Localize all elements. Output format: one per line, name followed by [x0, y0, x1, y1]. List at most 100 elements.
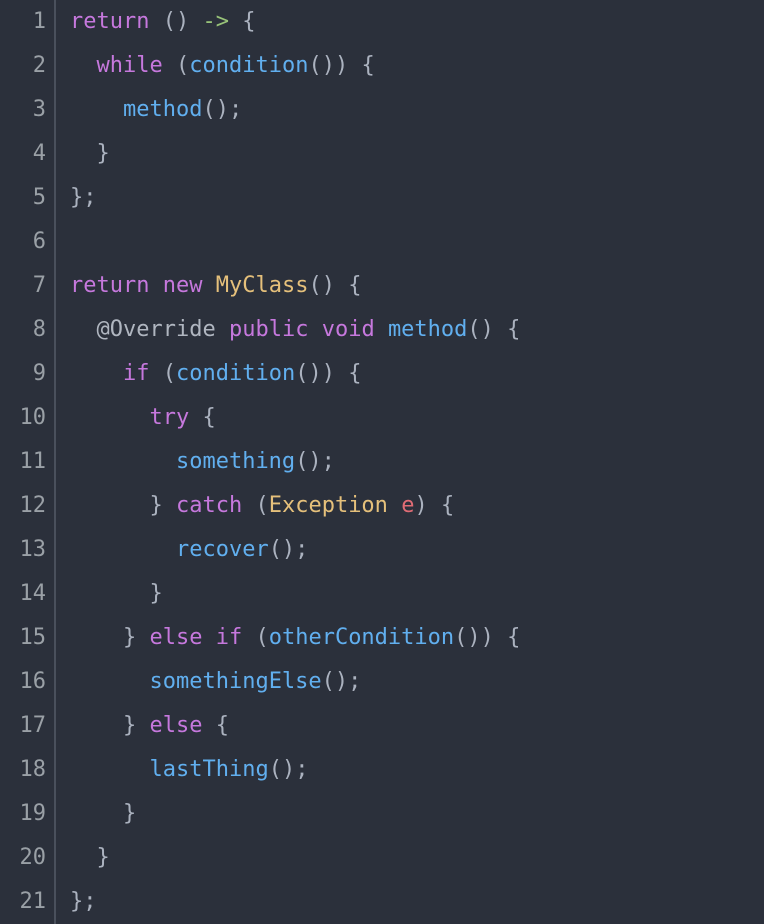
token-punc: ();	[202, 97, 242, 122]
token-anno: @Override	[97, 317, 216, 342]
token-punc: ();	[269, 537, 309, 562]
token-keyword: try	[149, 405, 189, 430]
code-line[interactable]: recover();	[70, 528, 520, 572]
token-func: recover	[176, 537, 269, 562]
token-plain	[136, 713, 149, 738]
token-punc: {	[216, 713, 229, 738]
token-punc: }	[97, 141, 110, 166]
token-keyword: if	[123, 361, 150, 386]
code-line[interactable]: };	[70, 176, 520, 220]
code-line[interactable]: lastThing();	[70, 748, 520, 792]
line-number: 19	[0, 792, 46, 836]
token-punc: ())	[308, 53, 348, 78]
token-punc: }	[97, 845, 110, 870]
line-number: 3	[0, 88, 46, 132]
token-keyword: new	[163, 273, 203, 298]
token-punc: ()	[467, 317, 494, 342]
token-func: condition	[176, 361, 295, 386]
indent	[70, 97, 123, 122]
code-line[interactable]: try {	[70, 396, 520, 440]
code-area[interactable]: return () -> { while (condition()) { met…	[56, 0, 520, 924]
code-line[interactable]: return new MyClass() {	[70, 264, 520, 308]
indent	[70, 581, 149, 606]
indent	[70, 625, 123, 650]
token-keyword: void	[322, 317, 375, 342]
token-punc: }	[123, 713, 136, 738]
indent	[70, 405, 149, 430]
token-arrow: ->	[202, 9, 229, 34]
code-line[interactable]: } catch (Exception e) {	[70, 484, 520, 528]
code-editor[interactable]: 123456789101112131415161718192021 return…	[0, 0, 764, 924]
token-ident: e	[401, 493, 414, 518]
token-punc: (	[163, 361, 176, 386]
token-type: Exception	[269, 493, 388, 518]
code-line[interactable]: if (condition()) {	[70, 352, 520, 396]
token-func: something	[176, 449, 295, 474]
token-plain	[494, 317, 507, 342]
token-punc: {	[202, 405, 215, 430]
token-punc: ();	[322, 669, 362, 694]
token-func: condition	[189, 53, 308, 78]
line-number: 18	[0, 748, 46, 792]
token-plain	[202, 625, 215, 650]
token-punc: };	[70, 889, 97, 914]
code-line[interactable]: }	[70, 792, 520, 836]
token-plain	[216, 317, 229, 342]
token-keyword: return	[70, 9, 149, 34]
line-number: 21	[0, 880, 46, 924]
code-line[interactable]: @Override public void method() {	[70, 308, 520, 352]
token-plain	[388, 493, 401, 518]
token-punc: ();	[295, 449, 335, 474]
token-keyword: while	[97, 53, 163, 78]
code-line[interactable]	[70, 220, 520, 264]
line-number: 11	[0, 440, 46, 484]
line-number: 2	[0, 44, 46, 88]
code-line[interactable]: something();	[70, 440, 520, 484]
token-plain	[494, 625, 507, 650]
line-number: 1	[0, 0, 46, 44]
token-keyword: public	[229, 317, 308, 342]
token-plain	[242, 625, 255, 650]
code-line[interactable]: }	[70, 572, 520, 616]
token-punc: }	[123, 625, 136, 650]
token-punc: (	[176, 53, 189, 78]
token-keyword: else	[149, 625, 202, 650]
token-plain	[335, 273, 348, 298]
token-punc: {	[441, 493, 454, 518]
token-plain	[189, 9, 202, 34]
indent	[70, 317, 97, 342]
token-punc: }	[123, 801, 136, 826]
code-line[interactable]: } else if (otherCondition()) {	[70, 616, 520, 660]
line-number: 14	[0, 572, 46, 616]
indent	[70, 713, 123, 738]
token-plain	[229, 9, 242, 34]
token-func: lastThing	[149, 757, 268, 782]
code-line[interactable]: return () -> {	[70, 0, 520, 44]
token-keyword: return	[70, 273, 149, 298]
line-number: 12	[0, 484, 46, 528]
indent	[70, 801, 123, 826]
token-plain	[348, 53, 361, 78]
token-punc: {	[507, 317, 520, 342]
code-line[interactable]: }	[70, 836, 520, 880]
token-plain	[335, 361, 348, 386]
line-number: 9	[0, 352, 46, 396]
indent	[70, 845, 97, 870]
code-line[interactable]: };	[70, 880, 520, 924]
indent	[70, 449, 176, 474]
code-line[interactable]: somethingElse();	[70, 660, 520, 704]
token-punc: (	[255, 625, 268, 650]
line-number-gutter: 123456789101112131415161718192021	[0, 0, 56, 924]
code-line[interactable]: while (condition()) {	[70, 44, 520, 88]
line-number: 6	[0, 220, 46, 264]
indent	[70, 141, 97, 166]
token-plain	[136, 625, 149, 650]
indent	[70, 757, 149, 782]
token-type: MyClass	[216, 273, 309, 298]
token-func: method	[388, 317, 467, 342]
token-punc: ()	[308, 273, 335, 298]
code-line[interactable]: method();	[70, 88, 520, 132]
code-line[interactable]: }	[70, 132, 520, 176]
code-line[interactable]: } else {	[70, 704, 520, 748]
token-plain	[375, 317, 388, 342]
